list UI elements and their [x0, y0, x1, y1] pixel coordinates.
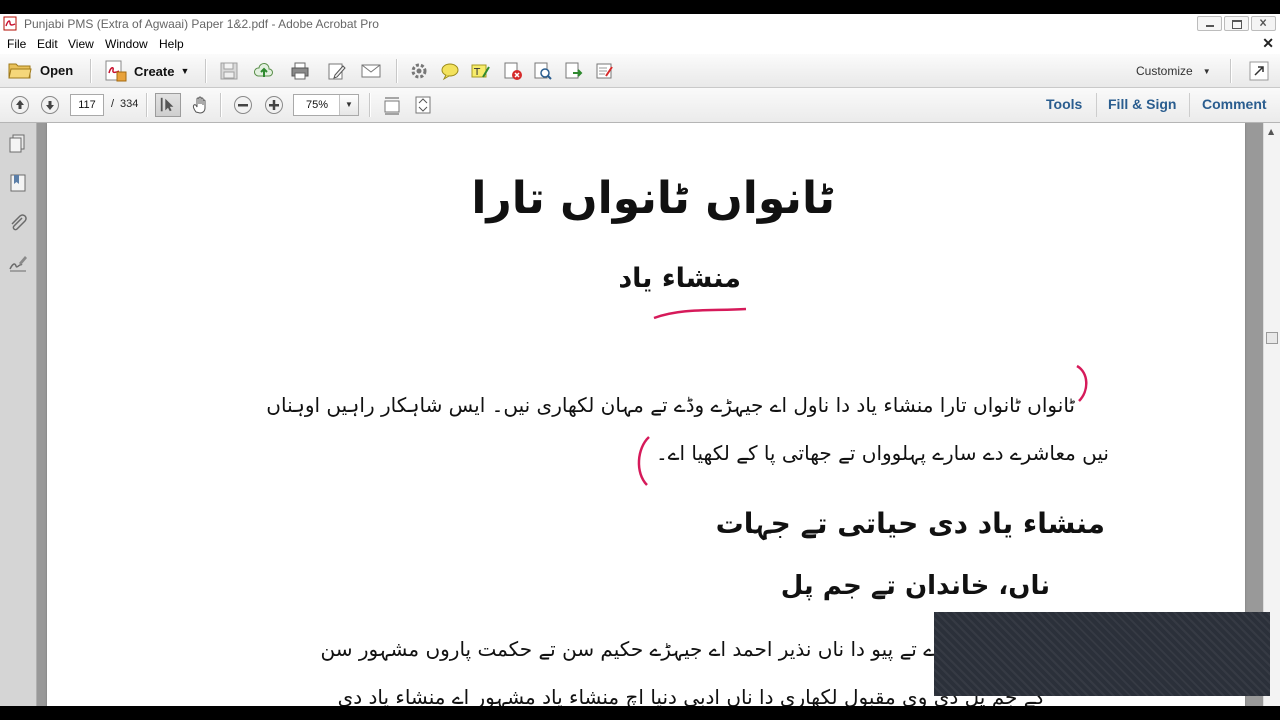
- menu-view[interactable]: View: [68, 37, 94, 51]
- customize-label: Customize: [1136, 64, 1193, 78]
- scrollbar-thumb[interactable]: [1266, 332, 1278, 344]
- acrobat-window: Punjabi PMS (Extra of Agwaai) Paper 1&2.…: [0, 14, 1280, 706]
- save-icon[interactable]: [219, 61, 239, 81]
- cursor-icon: [160, 97, 174, 112]
- comment-bubble-icon[interactable]: [440, 61, 460, 81]
- expand-icon[interactable]: [1249, 61, 1269, 81]
- signatures-icon[interactable]: [8, 253, 28, 273]
- minimize-icon: [1206, 25, 1214, 27]
- section-heading-2: ناں، خاندان تے جم پل: [780, 571, 1050, 601]
- highlight-text-icon[interactable]: T: [471, 61, 491, 81]
- page-number-input[interactable]: 117: [70, 94, 104, 116]
- menu-bar: File Edit View Window Help ✕: [0, 34, 1280, 54]
- svg-text:T: T: [473, 67, 481, 78]
- menu-help[interactable]: Help: [159, 37, 184, 51]
- open-button[interactable]: Open: [8, 60, 73, 80]
- navigation-pane: [0, 123, 37, 706]
- email-icon[interactable]: [361, 61, 381, 81]
- open-label: Open: [40, 62, 74, 78]
- chevron-down-icon: ▼: [180, 66, 190, 76]
- form-icon[interactable]: [595, 61, 615, 81]
- print-icon[interactable]: [290, 61, 310, 81]
- pdf-app-icon: [3, 16, 17, 31]
- scroll-up-arrow-icon[interactable]: ▲: [1268, 127, 1274, 136]
- close-document-icon[interactable]: ✕: [1262, 35, 1274, 52]
- close-icon: [1259, 19, 1267, 27]
- chevron-down-icon: ▼: [345, 100, 353, 109]
- zoom-value: 75%: [306, 99, 329, 111]
- restore-icon: [1232, 20, 1242, 29]
- paragraph-1-line-2: نیں معاشرے دے سارے پہلوواں تے جھاتی پا ک…: [656, 441, 1109, 465]
- restore-button[interactable]: [1224, 16, 1249, 31]
- total-pages: 334: [120, 98, 139, 110]
- chapter-title: ٹانواں ٹانواں تارا: [471, 173, 835, 224]
- tools-panel-link[interactable]: Tools: [1046, 96, 1082, 112]
- full-screen-icon[interactable]: [413, 95, 433, 115]
- red-bracket-mark: [637, 436, 650, 486]
- customize-button[interactable]: Customize ▼: [1136, 64, 1211, 78]
- author-name: منشاء یاد: [618, 263, 741, 294]
- create-label: Create: [134, 63, 175, 79]
- cloud-upload-icon[interactable]: [254, 61, 274, 81]
- create-pdf-icon: [105, 60, 127, 82]
- red-underline-mark: [653, 307, 747, 320]
- arrow-up-icon[interactable]: [10, 95, 30, 115]
- bookmarks-icon[interactable]: [8, 173, 28, 193]
- reject-document-icon[interactable]: [503, 61, 523, 81]
- attachments-icon[interactable]: [8, 213, 28, 233]
- search-document-icon[interactable]: [533, 61, 553, 81]
- select-tool-button[interactable]: [155, 93, 181, 117]
- zoom-in-icon[interactable]: [264, 95, 284, 115]
- edit-document-icon[interactable]: [327, 61, 347, 81]
- menu-file[interactable]: File: [7, 37, 26, 51]
- hand-icon[interactable]: [190, 95, 210, 115]
- menu-edit[interactable]: Edit: [37, 37, 58, 51]
- fill-sign-panel-link[interactable]: Fill & Sign: [1108, 96, 1176, 112]
- close-window-button[interactable]: [1251, 16, 1276, 31]
- menu-window[interactable]: Window: [105, 37, 148, 51]
- zoom-out-icon[interactable]: [233, 95, 253, 115]
- gear-icon[interactable]: [409, 61, 429, 81]
- create-button[interactable]: Create ▼: [104, 60, 189, 82]
- zoom-select[interactable]: 75% ▼: [293, 94, 359, 116]
- main-toolbar: Open Create ▼ T Customize ▼: [0, 54, 1280, 88]
- navigation-toolbar: 117 / 334 75% ▼ Tools Fill & Sign Commen…: [0, 88, 1280, 123]
- fit-page-icon[interactable]: [382, 95, 402, 115]
- page-thumbnails-icon[interactable]: [8, 133, 28, 153]
- paragraph-1-line-1: ٹانواں ٹانواں تارا منشاء یاد دا ناول اے …: [266, 393, 1075, 417]
- comment-panel-link[interactable]: Comment: [1202, 96, 1267, 112]
- section-heading-1: منشاء یاد دی حیاتی تے جہات: [715, 507, 1105, 540]
- window-title: Punjabi PMS (Extra of Agwaai) Paper 1&2.…: [24, 17, 379, 31]
- minimize-button[interactable]: [1197, 16, 1222, 31]
- export-document-icon[interactable]: [564, 61, 584, 81]
- folder-icon: [8, 63, 32, 79]
- arrow-down-icon[interactable]: [40, 95, 60, 115]
- chevron-down-icon: ▼: [1202, 66, 1211, 76]
- zoom-dropdown-button[interactable]: ▼: [339, 95, 358, 115]
- dark-overlay-panel: [934, 612, 1270, 696]
- title-bar: Punjabi PMS (Extra of Agwaai) Paper 1&2.…: [0, 14, 1280, 34]
- page-separator: /: [111, 98, 115, 110]
